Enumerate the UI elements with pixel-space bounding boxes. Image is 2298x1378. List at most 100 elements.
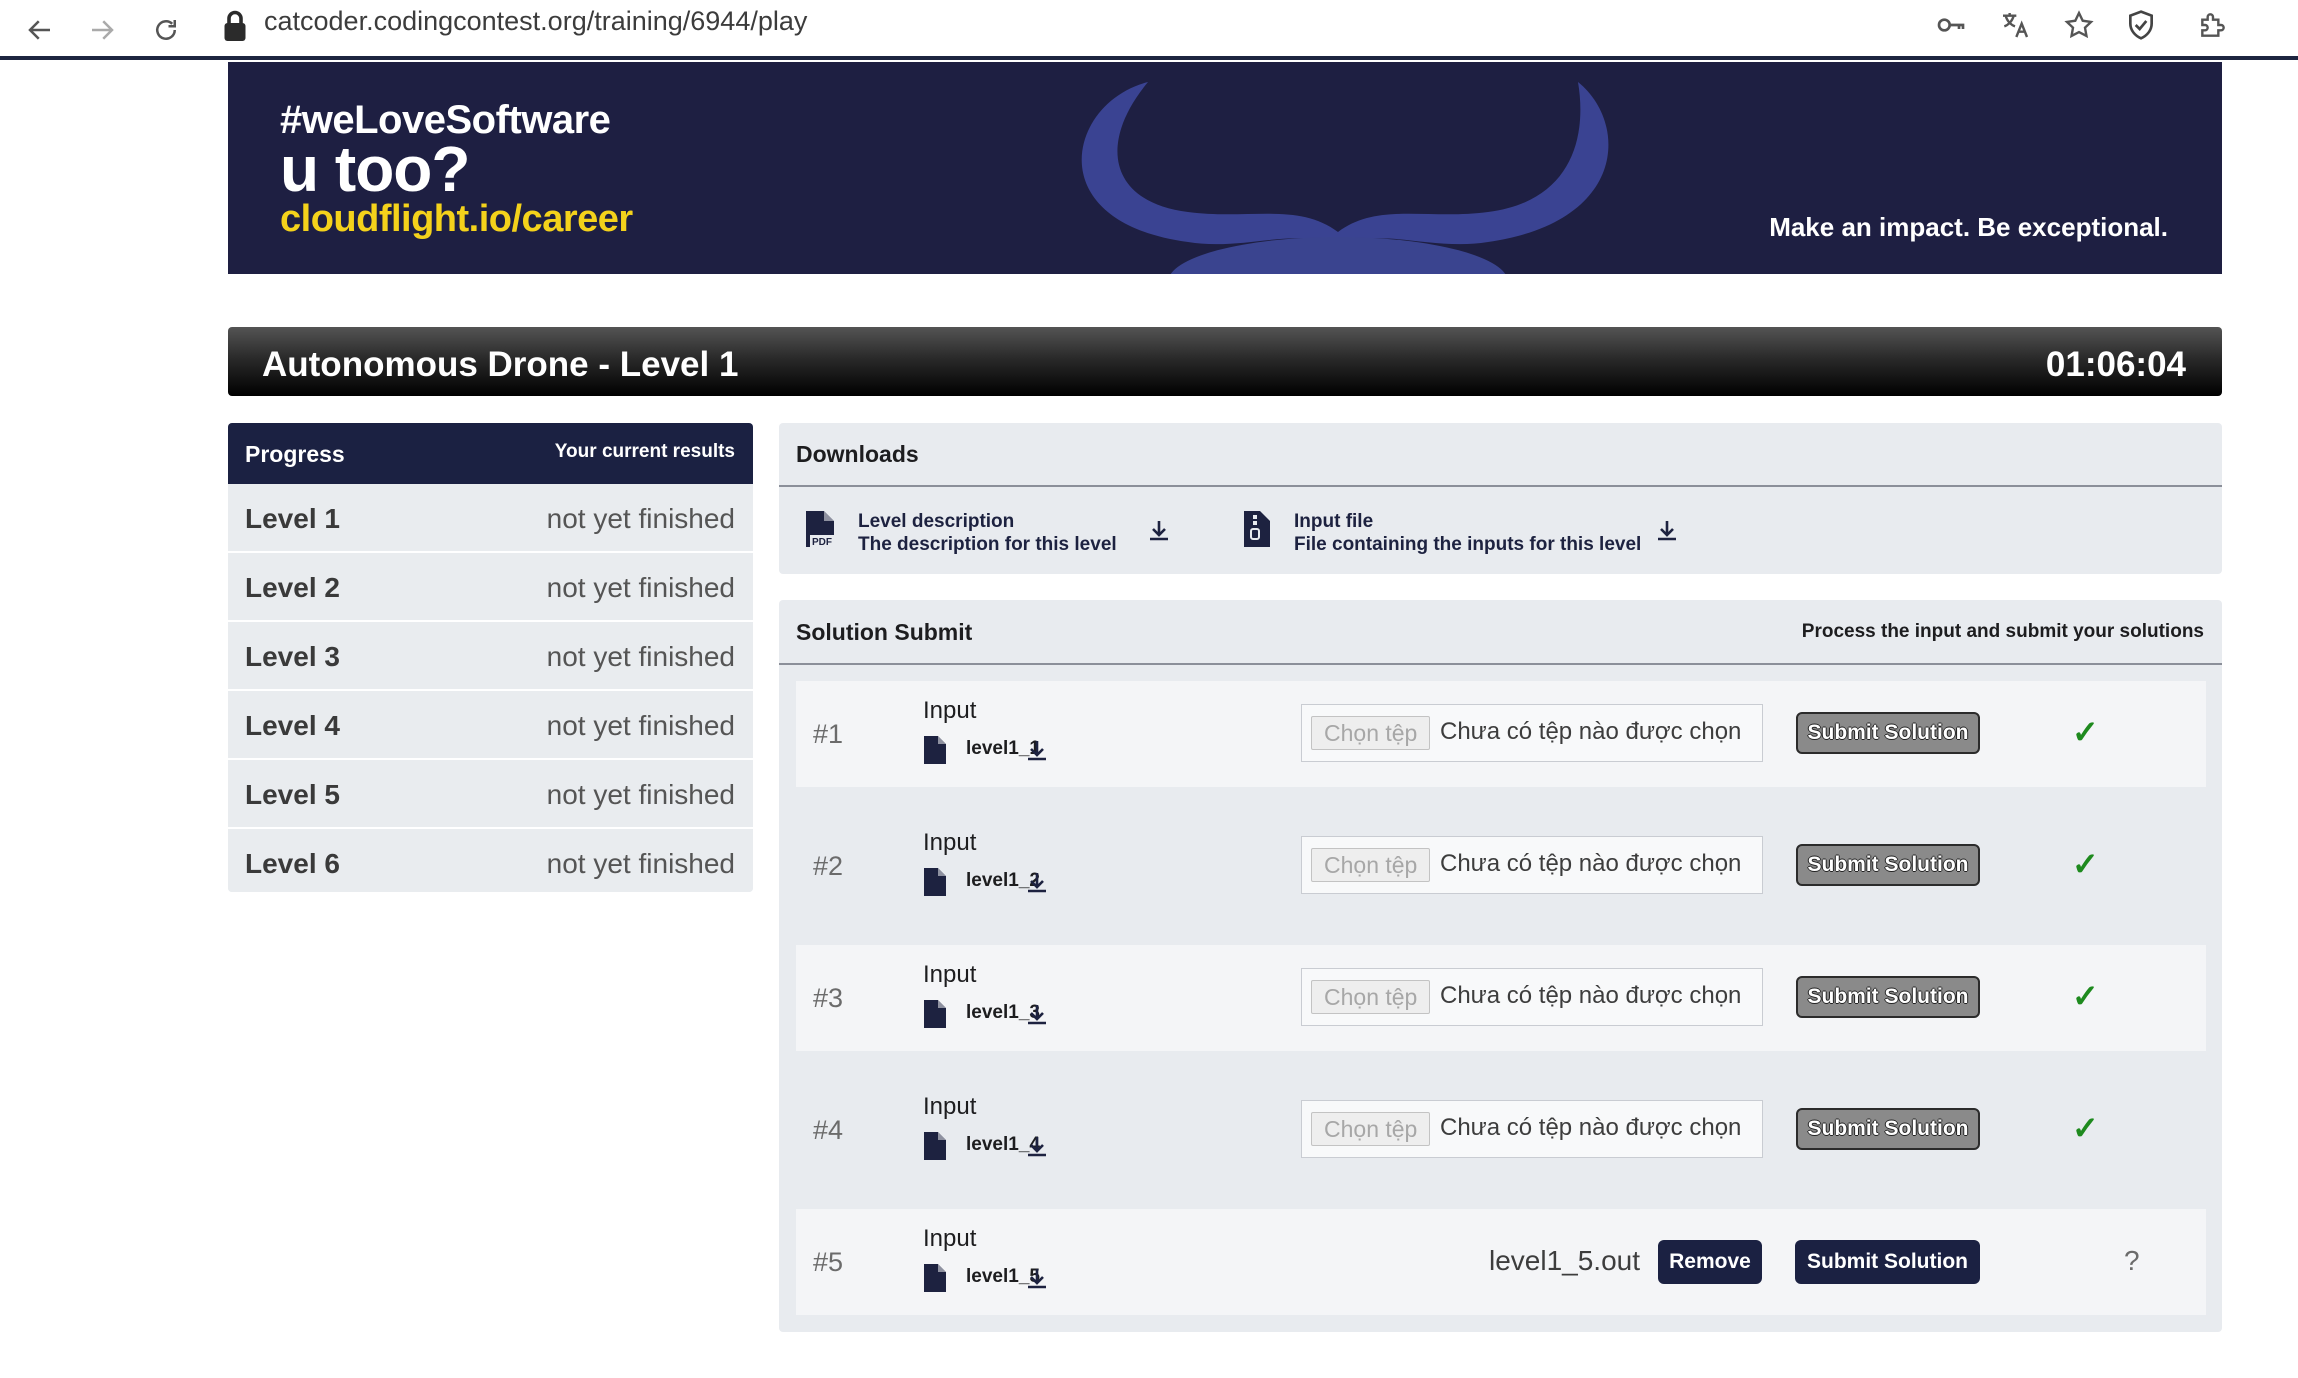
no-file-text: Chưa có tệp nào được chọn	[1440, 982, 1742, 1009]
row-number: #3	[813, 983, 844, 1013]
translate-button[interactable]	[1996, 6, 2034, 44]
input-label: Input	[923, 829, 977, 856]
submit-solution-button[interactable]: Submit Solution	[1796, 976, 1980, 1018]
no-file-text: Chưa có tệp nào được chọn	[1440, 850, 1742, 877]
download-icon[interactable]	[1026, 1135, 1048, 1159]
arrow-left-icon	[28, 20, 50, 40]
level-name: Level 3	[245, 641, 340, 672]
download-title: Input file	[1294, 511, 1374, 532]
bull-horns-graphic	[1081, 82, 1609, 274]
no-file-text: Chưa có tệp nào được chọn	[1440, 718, 1742, 745]
address-bar[interactable]: catcoder.codingcontest.org/training/6944…	[264, 6, 807, 37]
file-icon	[924, 1264, 946, 1292]
reload-button[interactable]	[146, 10, 186, 50]
choose-file-button[interactable]: Chọn tệp	[1311, 716, 1431, 750]
pdf-file-icon: PDF	[806, 511, 836, 548]
shield-icon	[2129, 10, 2153, 40]
downloads-panel: Downloads PDF Level description The desc…	[779, 423, 2222, 574]
level-status: not yet finished	[546, 641, 735, 672]
status-checkmark: ✓	[2072, 714, 2099, 750]
arrow-right-icon	[92, 20, 114, 40]
level-name: Level 1	[245, 503, 340, 534]
banner-slogan: Make an impact. Be exceptional.	[1769, 212, 2168, 242]
no-file-text: Chưa có tệp nào được chọn	[1440, 1114, 1742, 1141]
submit-solution-button[interactable]: Submit Solution	[1795, 1240, 1980, 1284]
key-icon	[1937, 18, 1965, 32]
download-title: Level description	[858, 511, 1015, 532]
progress-row: Level 6 not yet finished	[228, 829, 753, 892]
progress-subtitle: Your current results	[554, 441, 735, 462]
level-status: not yet finished	[546, 503, 735, 534]
submission-row: #4 Input level1_4 Chọn tệp Chưa có tệp n…	[796, 1077, 2206, 1183]
level-status: not yet finished	[546, 572, 735, 603]
input-label: Input	[923, 1225, 977, 1252]
banner-headline: u too?	[280, 133, 470, 205]
input-label: Input	[923, 1093, 977, 1120]
career-banner[interactable]: #weLoveSoftware u too? cloudflight.io/ca…	[228, 62, 2222, 274]
level-name: Level 5	[245, 779, 340, 810]
file-upload-input[interactable]: Chọn tệp Chưa có tệp nào được chọn	[1301, 836, 1763, 894]
level-name: Level 6	[245, 848, 340, 879]
progress-row: Level 1 not yet finished	[228, 484, 753, 553]
level-status: not yet finished	[546, 848, 735, 879]
progress-row: Level 2 not yet finished	[228, 553, 753, 622]
selected-output-file: level1_5.out	[1489, 1245, 1641, 1276]
bookmark-button[interactable]	[2060, 6, 2098, 44]
submit-subtitle: Process the input and submit your soluti…	[1801, 621, 2204, 642]
progress-row: Level 3 not yet finished	[228, 622, 753, 691]
progress-row: Level 4 not yet finished	[228, 691, 753, 760]
choose-file-button[interactable]: Chọn tệp	[1311, 1112, 1431, 1146]
progress-header: Progress Your current results	[228, 423, 753, 484]
status-unknown: ?	[2124, 1245, 2140, 1276]
shield-extension-button[interactable]	[2122, 6, 2160, 44]
extensions-button[interactable]	[2194, 6, 2232, 44]
download-icon[interactable]	[1026, 871, 1048, 895]
submission-row: #2 Input level1_2 Chọn tệp Chưa có tệp n…	[796, 813, 2206, 919]
downloads-title: Downloads	[796, 441, 919, 467]
file-icon	[924, 736, 946, 764]
file-upload-input[interactable]: Chọn tệp Chưa có tệp nào được chọn	[1301, 1100, 1763, 1158]
download-icon[interactable]	[1656, 519, 1678, 543]
download-subtitle: The description for this level	[858, 534, 1117, 555]
submission-row: #1 Input level1_1 Chọn tệp Chưa có tệp n…	[796, 681, 2206, 787]
puzzle-icon	[2201, 13, 2225, 37]
file-upload-input[interactable]: Chọn tệp Chưa có tệp nào được chọn	[1301, 968, 1763, 1026]
status-checkmark: ✓	[2072, 1110, 2099, 1146]
lock-icon	[224, 10, 246, 41]
progress-panel: Progress Your current results Level 1 not…	[228, 423, 753, 892]
level-name: Level 2	[245, 572, 340, 603]
remove-file-button[interactable]: Remove	[1658, 1240, 1762, 1284]
reload-icon	[156, 20, 176, 40]
choose-file-button[interactable]: Chọn tệp	[1311, 980, 1431, 1014]
browser-toolbar: catcoder.codingcontest.org/training/6944…	[0, 0, 2298, 60]
submission-row: #5 Input level1_5 level1_5.out Remove Su…	[796, 1209, 2206, 1315]
zip-file-icon	[1244, 511, 1270, 547]
submit-solution-button[interactable]: Submit Solution	[1796, 1108, 1980, 1150]
file-icon	[924, 1132, 946, 1160]
download-icon[interactable]	[1026, 1003, 1048, 1027]
row-number: #2	[813, 851, 844, 881]
download-icon[interactable]	[1026, 1267, 1048, 1291]
submit-solution-button[interactable]: Submit Solution	[1796, 844, 1980, 886]
download-icon[interactable]	[1026, 739, 1048, 763]
choose-file-button[interactable]: Chọn tệp	[1311, 848, 1431, 882]
page-title: Autonomous Drone - Level 1	[262, 345, 739, 384]
submit-header: Solution Submit Process the input and su…	[779, 600, 2222, 665]
submit-solution-button[interactable]: Submit Solution	[1796, 712, 1980, 754]
download-icon[interactable]	[1148, 519, 1170, 543]
input-label: Input	[923, 961, 977, 988]
row-number: #5	[813, 1247, 844, 1277]
row-number: #4	[813, 1115, 844, 1145]
submission-row: #3 Input level1_3 Chọn tệp Chưa có tệp n…	[796, 945, 2206, 1051]
file-upload-input[interactable]: Chọn tệp Chưa có tệp nào được chọn	[1301, 704, 1763, 762]
back-button[interactable]	[20, 10, 60, 50]
level-name: Level 4	[245, 710, 340, 741]
downloads-header: Downloads	[779, 423, 2222, 487]
forward-button[interactable]	[82, 10, 122, 50]
level-status: not yet finished	[546, 710, 735, 741]
download-subtitle: File containing the inputs for this leve…	[1294, 534, 1642, 555]
submit-title: Solution Submit	[796, 619, 973, 645]
level-status: not yet finished	[546, 779, 735, 810]
password-key-button[interactable]	[1932, 6, 1970, 44]
file-icon	[924, 1000, 946, 1028]
